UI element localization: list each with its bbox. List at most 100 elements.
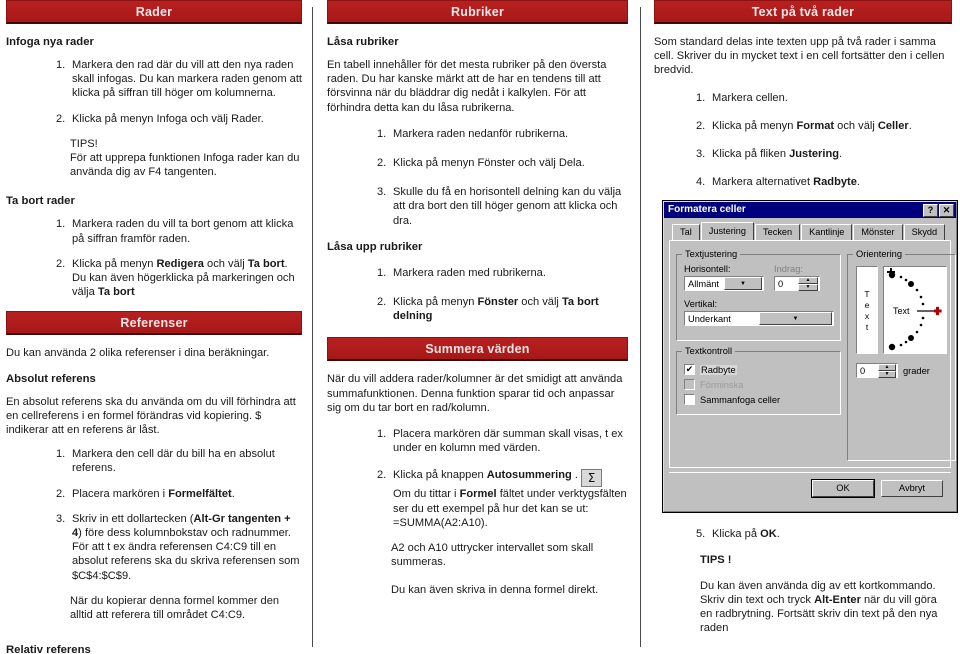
orientation-controls: Text Text (856, 266, 947, 355)
list-right-steps-cont: Klicka på OK. (654, 527, 952, 541)
list-item: Markera cellen. (696, 91, 952, 105)
list-item: Klicka på menyn Fönster och välj Ta bort… (377, 295, 628, 323)
step-text-b: Justering (789, 148, 840, 161)
checkbox-sammanfoga[interactable] (684, 394, 695, 406)
list-lasaupp-steps: Markera raden med rubrikerna. Klicka på … (327, 266, 628, 324)
ok-button[interactable]: OK (812, 480, 874, 498)
autosum-sigma-icon[interactable]: Σ (581, 469, 602, 488)
chevron-down-icon[interactable]: ▼ (759, 312, 832, 326)
orientation-dial-icon: Text (887, 268, 942, 351)
column-rader: Rader Infoga nya rader Markera den rad d… (0, 0, 312, 654)
step-text-b: OK (760, 528, 777, 541)
spinner-arrows-icon[interactable]: ▲ ▼ (798, 277, 818, 292)
orientation-dial[interactable]: Text (883, 266, 947, 355)
vertical-text-button[interactable]: Text (856, 266, 878, 355)
tab-tecken[interactable]: Tecken (755, 224, 801, 241)
list-item: Markera raden nedanför rubrikerna. (377, 127, 628, 141)
spinner-arrows-icon[interactable]: ▲ ▼ (878, 364, 896, 379)
checkbox-row-forminska: Förminska (684, 379, 834, 391)
note-summera-1: A2 och A10 uttrycker intervallet som ska… (391, 542, 594, 569)
list-item: Klicka på menyn Infoga och välj Rader. (56, 112, 302, 126)
text-summera-body: När du vill addera rader/kolumner är det… (327, 373, 623, 414)
dialog-formatera-celler[interactable]: Formatera celler ? ✕ Tal Justering Tecke… (662, 200, 958, 514)
help-icon[interactable]: ? (923, 203, 938, 217)
dialog-body: Tal Justering Tecken Kantlinje Mönster S… (664, 218, 956, 511)
group-label-orientering: Orientering (853, 249, 905, 260)
checkbox-row-radbyte[interactable]: ✔ Radbyte (684, 364, 834, 376)
dialog-inner-frame: Formatera celler ? ✕ Tal Justering Tecke… (663, 201, 957, 513)
cancel-button[interactable]: Avbryt (881, 480, 943, 498)
checkbox-label-radbyte: Radbyte (700, 364, 737, 375)
tab-justering[interactable]: Justering (700, 222, 755, 241)
heading-ta-bort-rader: Ta bort rader (6, 195, 75, 208)
step-text-a: Skriv in ett dollartecken ( (72, 512, 194, 525)
tab-kantlinje[interactable]: Kantlinje (801, 224, 853, 241)
list-item: Klicka på menyn Format och välj Celler. (696, 119, 952, 133)
group-label-textkontroll: Textkontroll (682, 346, 736, 357)
list-item: Klicka på menyn Fönster och välj Dela. (377, 156, 628, 170)
vertical-text-label: Text (864, 289, 870, 333)
list-item: Klicka på knappen Autosummering .Σ Om du… (377, 468, 628, 530)
label-horisontell: Horisontell: (684, 264, 731, 275)
list-item: Skulle du få en horisontell delning kan … (377, 185, 628, 228)
tab-tal[interactable]: Tal (672, 224, 700, 241)
dialog-titlebar[interactable]: Formatera celler ? ✕ (664, 202, 956, 219)
stepper-indrag[interactable]: 0 ▲ ▼ (774, 276, 820, 292)
step-text-c: och välj (834, 119, 878, 132)
list-tabort-steps: Markera raden du vill ta bort genom att … (6, 217, 302, 299)
chevron-down-icon[interactable]: ▼ (724, 277, 762, 291)
banner-summera-varden: Summera värden (327, 337, 628, 362)
panel-left-side: Textjustering Horisontell: Allmänt ▼ Ind… (676, 248, 841, 461)
checkbox-label-sammanfoga: Sammanfoga celler (700, 394, 781, 405)
banner-rubriker: Rubriker (327, 0, 628, 24)
banner-referenser: Referenser (6, 311, 303, 336)
banner-text-pa-tva-rader: Text på två rader (654, 0, 952, 24)
tips-body-right: Du kan även använda dig av ett kortkomma… (654, 579, 952, 636)
checkbox-label-forminska: Förminska (700, 379, 744, 390)
select-horisontell[interactable]: Allmänt ▼ (684, 276, 764, 292)
list-item: Skriv in ett dollartecken (Alt-Gr tangen… (56, 512, 302, 583)
tab-skydd[interactable]: Skydd (903, 224, 946, 241)
list-item: Markera alternativet Radbyte. (696, 175, 952, 189)
list-item: Placera markören i Formelfältet. (56, 487, 302, 501)
text-lasa-body: En tabell innehåller för det mesta rubri… (327, 59, 607, 114)
vertikal-field: Vertikal: Underkant ▼ (684, 299, 834, 327)
dialog-button-row: OK Avbryt (669, 472, 951, 505)
step-text-c: . (856, 176, 860, 189)
step-text-d: Om du tittar i (393, 488, 460, 501)
step-text-b: Fönster (477, 296, 519, 309)
step-text-c: och välj (203, 257, 248, 270)
dialog-tab-panel-justering: Textjustering Horisontell: Allmänt ▼ Ind… (669, 241, 956, 469)
step-text-a: Klicka på knappen (393, 469, 487, 482)
step-text-a: Klicka på menyn (712, 119, 797, 132)
banner-rader: Rader (6, 0, 303, 24)
row-horisontell: Horisontell: Allmänt ▼ Indrag: 0 ▲ ▼ (684, 264, 834, 299)
stepper-grader[interactable]: 0 ▲ ▼ (856, 363, 898, 379)
label-indrag: Indrag: (774, 264, 803, 275)
column-text-pa-tva-rader: Text på två rader Som standard delas int… (641, 0, 960, 654)
label-grader: grader (903, 365, 930, 376)
list-item: Markera den rad där du vill att den nya … (56, 58, 302, 101)
heading-absolut-referens: Absolut referens (6, 372, 96, 385)
indrag-field: Indrag: 0 ▲ ▼ (774, 264, 834, 299)
step-text-a: Placera markören i (72, 487, 169, 500)
select-vertikal[interactable]: Underkant ▼ (684, 311, 834, 327)
checkbox-row-sammanfoga[interactable]: Sammanfoga celler (684, 394, 834, 406)
group-label-textjustering: Textjustering (682, 249, 741, 260)
tab-monster[interactable]: Mönster (853, 224, 903, 241)
step-text-b: Formelfältet (168, 487, 232, 500)
dialog-tabs: Tal Justering Tecken Kantlinje Mönster S… (669, 222, 951, 242)
step-text-d: Celler (877, 119, 909, 132)
step-text-c: . (839, 148, 843, 161)
select-horisontell-value: Allmänt (688, 278, 720, 289)
heading-lasa-rubriker: Låsa rubriker (327, 36, 399, 48)
tips-text-b: Alt-Enter (814, 594, 861, 607)
heading-lasa-upp-rubriker: Låsa upp rubriker (327, 240, 423, 253)
heading-infoga-nya-rader: Infoga nya rader (6, 36, 94, 48)
tips-title: TIPS! (70, 137, 98, 150)
text-referenser-intro: Du kan använda 2 olika referenser i dina… (6, 347, 270, 360)
checkbox-radbyte[interactable]: ✔ (684, 364, 695, 376)
close-icon[interactable]: ✕ (939, 203, 954, 217)
step-text-d: Ta bort (247, 257, 285, 270)
stepper-indrag-value: 0 (778, 278, 784, 289)
